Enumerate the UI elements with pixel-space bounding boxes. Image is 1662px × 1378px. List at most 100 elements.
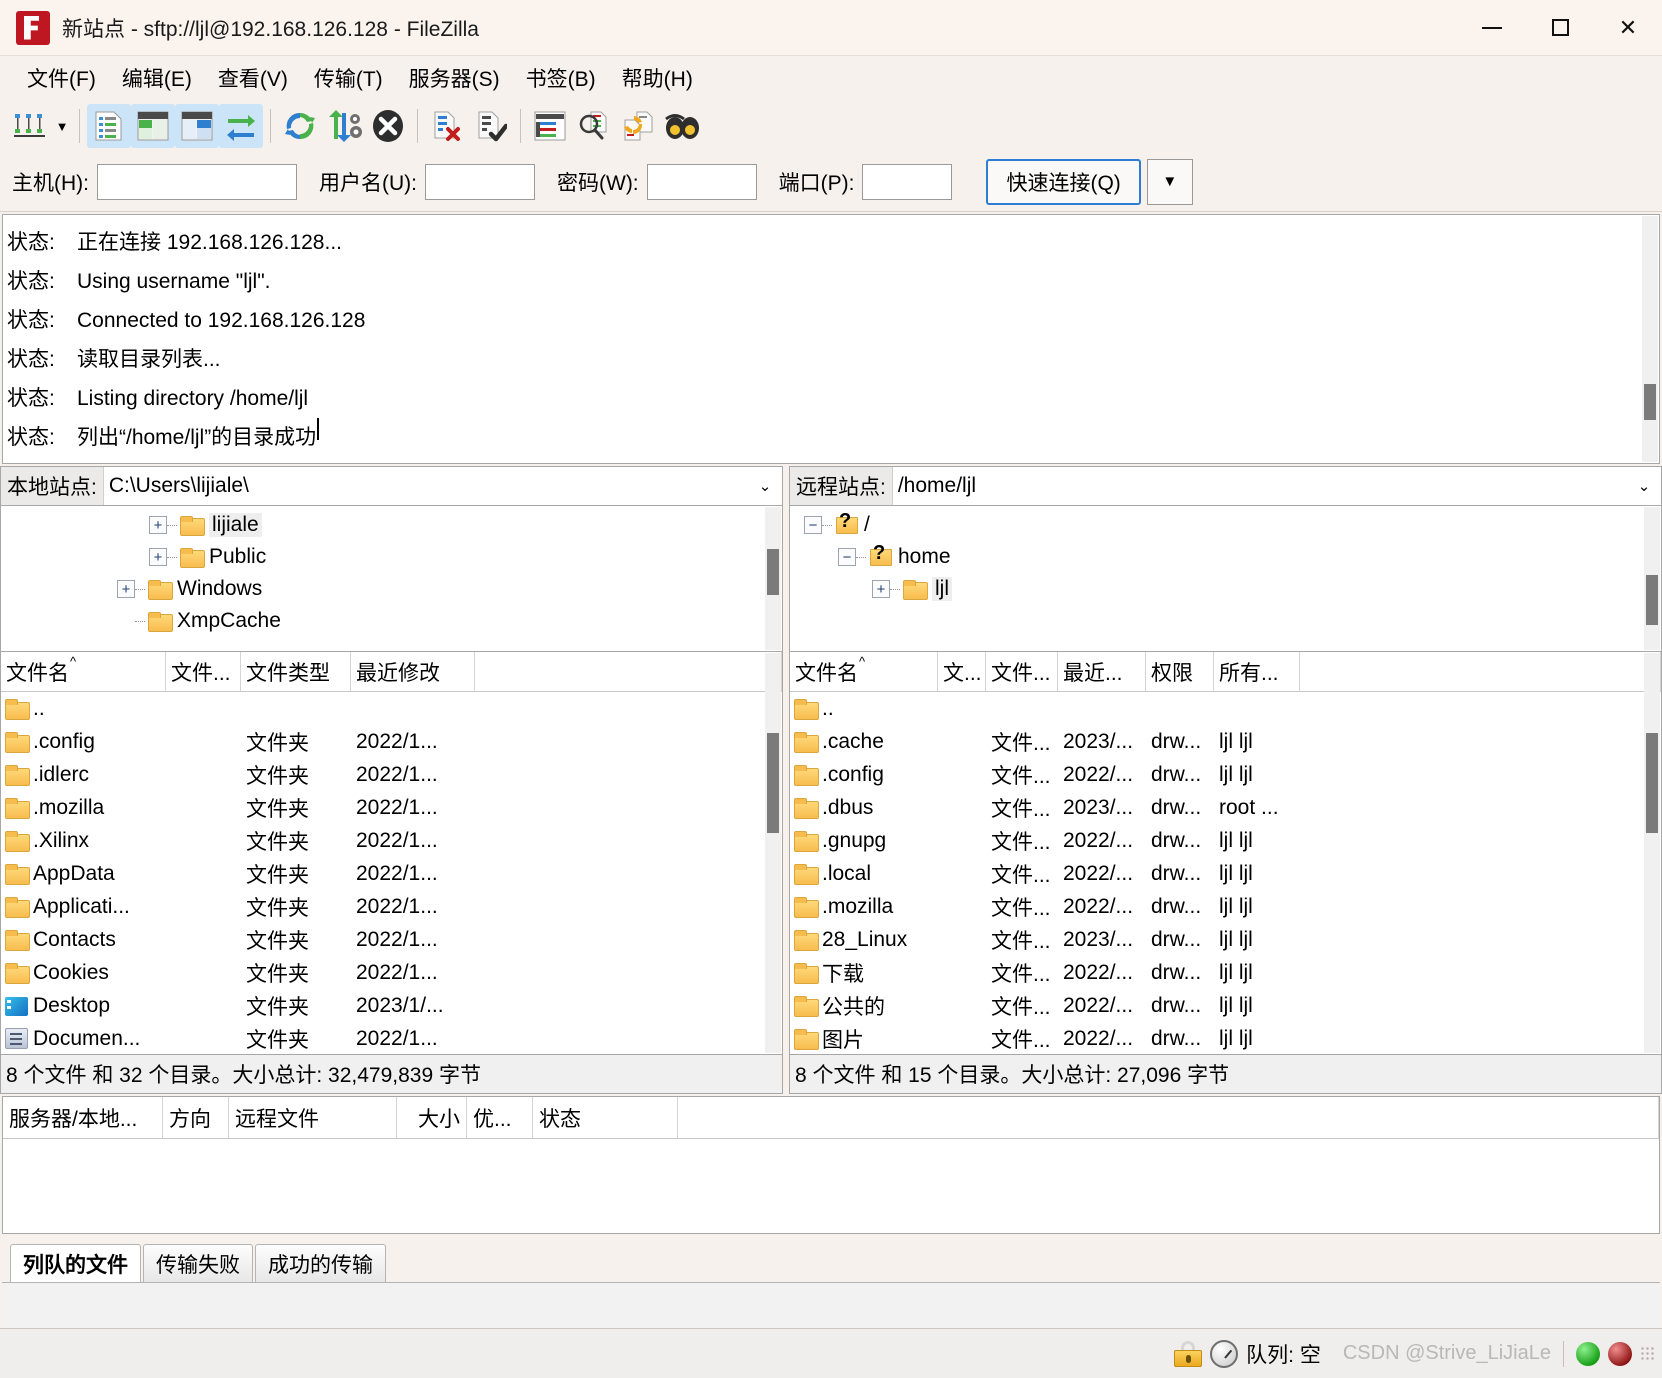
close-button[interactable]: ✕: [1594, 0, 1662, 56]
column-header-status[interactable]: 状态: [533, 1097, 678, 1138]
column-header-size[interactable]: 大小: [397, 1097, 467, 1138]
refresh-icon[interactable]: [278, 104, 322, 148]
tree-expander[interactable]: +: [149, 516, 167, 534]
quick-connect-button[interactable]: 快速连接(Q): [986, 158, 1141, 205]
table-row[interactable]: .config 文件夹 2022/1...: [1, 725, 782, 758]
column-header-filesize[interactable]: 文...: [938, 652, 986, 691]
tree-item[interactable]: XmpCache: [1, 605, 782, 637]
port-input[interactable]: [862, 163, 953, 200]
menu-help[interactable]: 帮助(H): [609, 59, 706, 97]
table-row[interactable]: .Xilinx 文件夹 2022/1...: [1, 824, 782, 857]
tree-item[interactable]: + Public: [1, 541, 782, 573]
menu-server[interactable]: 服务器(S): [396, 59, 513, 97]
menu-transfer[interactable]: 传输(T): [301, 59, 396, 97]
column-header-filename[interactable]: 文件名 ^: [790, 652, 938, 691]
table-row[interactable]: Applicati... 文件夹 2022/1...: [1, 890, 782, 923]
table-row[interactable]: .gnupg 文件... 2022/... drw... ljl ljl: [790, 824, 1661, 857]
table-row[interactable]: Desktop 文件夹 2023/1/...: [1, 989, 782, 1022]
toggle-remote-tree-icon[interactable]: [175, 104, 219, 148]
tab-queued-files[interactable]: 列队的文件: [10, 1244, 141, 1282]
log-scrollbar[interactable]: [1642, 216, 1658, 462]
toggle-message-log-icon[interactable]: [87, 104, 131, 148]
table-row[interactable]: 图片 文件... 2022/... drw... ljl ljl: [790, 1022, 1661, 1054]
tree-expander[interactable]: +: [117, 580, 135, 598]
resize-grip-icon[interactable]: [1640, 1345, 1656, 1362]
filter-icon[interactable]: [528, 104, 572, 148]
remote-tree-scrollbar-thumb[interactable]: [1646, 575, 1658, 625]
column-header-permissions[interactable]: 权限: [1146, 652, 1214, 691]
column-header-modified[interactable]: 最近...: [1058, 652, 1146, 691]
find-files-icon[interactable]: [660, 104, 704, 148]
table-row[interactable]: .cache 文件... 2023/... drw... ljl ljl: [790, 725, 1661, 758]
cancel-icon[interactable]: [366, 104, 410, 148]
tab-failed-transfers[interactable]: 传输失败: [143, 1244, 253, 1282]
table-row[interactable]: Cookies 文件夹 2022/1...: [1, 956, 782, 989]
tree-expander[interactable]: +: [149, 548, 167, 566]
tree-collapser[interactable]: −: [804, 516, 822, 534]
username-input[interactable]: [425, 163, 535, 200]
transfer-queue-panel[interactable]: 服务器/本地... 方向 远程文件 大小 优... 状态: [2, 1096, 1660, 1234]
tree-item[interactable]: − ? home: [790, 541, 1661, 573]
tree-item[interactable]: + Windows: [1, 573, 782, 605]
chevron-down-icon[interactable]: ⌄: [1627, 467, 1661, 505]
password-input[interactable]: [646, 163, 757, 200]
table-row[interactable]: .mozilla 文件夹 2022/1...: [1, 791, 782, 824]
site-manager-icon[interactable]: [8, 104, 52, 148]
local-tree-scrollbar[interactable]: [765, 507, 781, 650]
remote-tree-scrollbar[interactable]: [1644, 507, 1660, 650]
minimize-button[interactable]: [1458, 0, 1526, 56]
column-header-priority[interactable]: 优...: [467, 1097, 533, 1138]
table-row[interactable]: AppData 文件夹 2022/1...: [1, 857, 782, 890]
table-row[interactable]: 28_Linux 文件... 2023/... drw... ljl ljl: [790, 923, 1661, 956]
remote-site-path[interactable]: /home/ljl: [893, 467, 1627, 505]
host-input[interactable]: [97, 163, 297, 200]
local-list-scrollbar-thumb[interactable]: [767, 733, 779, 833]
local-site-path[interactable]: C:\Users\lijiale\: [104, 467, 748, 505]
column-header-modified[interactable]: 最近修改: [351, 652, 475, 691]
disconnect-icon[interactable]: [425, 104, 469, 148]
reconnect-icon[interactable]: [469, 104, 513, 148]
table-row[interactable]: .idlerc 文件夹 2022/1...: [1, 758, 782, 791]
table-row[interactable]: 下载 文件... 2022/... drw... ljl ljl: [790, 956, 1661, 989]
remote-list-scrollbar-thumb[interactable]: [1646, 733, 1658, 833]
column-header-owner[interactable]: 所有...: [1214, 652, 1300, 691]
remote-list-scrollbar[interactable]: [1644, 653, 1660, 1053]
table-row[interactable]: Documen... 文件夹 2022/1...: [1, 1022, 782, 1054]
process-queue-icon[interactable]: [322, 104, 366, 148]
column-header-direction[interactable]: 方向: [163, 1097, 229, 1138]
remote-file-list[interactable]: 文件名 ^ 文... 文件... 最近... 权限 所有... .. .cach…: [789, 652, 1662, 1055]
log-scrollbar-thumb[interactable]: [1644, 384, 1656, 420]
column-header-filetype[interactable]: 文件...: [986, 652, 1058, 691]
table-row[interactable]: Contacts 文件夹 2022/1...: [1, 923, 782, 956]
maximize-button[interactable]: [1526, 0, 1594, 56]
tree-item[interactable]: + ljl: [790, 573, 1661, 605]
column-header-server-local[interactable]: 服务器/本地...: [3, 1097, 163, 1138]
table-row[interactable]: ..: [1, 692, 782, 725]
synchronized-browsing-icon[interactable]: [616, 104, 660, 148]
table-row[interactable]: 公共的 文件... 2022/... drw... ljl ljl: [790, 989, 1661, 1022]
column-header-filesize[interactable]: 文件...: [166, 652, 241, 691]
local-list-scrollbar[interactable]: [765, 653, 781, 1053]
toggle-transfer-queue-icon[interactable]: [219, 104, 263, 148]
local-directory-tree[interactable]: + lijiale + Public + Windows XmpCache: [0, 506, 783, 652]
tree-collapser[interactable]: −: [838, 548, 856, 566]
local-file-list[interactable]: 文件名 ^ 文件... 文件类型 最近修改 .. .config 文件夹 202…: [0, 652, 783, 1055]
toggle-local-tree-icon[interactable]: [131, 104, 175, 148]
table-row[interactable]: .dbus 文件... 2023/... drw... root ...: [790, 791, 1661, 824]
tree-item[interactable]: + lijiale: [1, 509, 782, 541]
tab-successful-transfers[interactable]: 成功的传输: [255, 1244, 386, 1282]
menu-view[interactable]: 查看(V): [205, 59, 301, 97]
tree-expander[interactable]: +: [872, 580, 890, 598]
site-manager-dropdown-icon[interactable]: ▼: [52, 104, 72, 148]
table-row[interactable]: .config 文件... 2022/... drw... ljl ljl: [790, 758, 1661, 791]
menu-edit[interactable]: 编辑(E): [109, 59, 205, 97]
remote-directory-tree[interactable]: − ? / − ? home + ljl: [789, 506, 1662, 652]
table-row[interactable]: ..: [790, 692, 1661, 725]
table-row[interactable]: .mozilla 文件... 2022/... drw... ljl ljl: [790, 890, 1661, 923]
column-header-filename[interactable]: 文件名 ^: [1, 652, 166, 691]
menu-bookmarks[interactable]: 书签(B): [513, 59, 609, 97]
local-tree-scrollbar-thumb[interactable]: [767, 549, 779, 595]
menu-file[interactable]: 文件(F): [14, 59, 109, 97]
chevron-down-icon[interactable]: ▼: [1146, 158, 1193, 205]
chevron-down-icon[interactable]: ⌄: [748, 467, 782, 505]
